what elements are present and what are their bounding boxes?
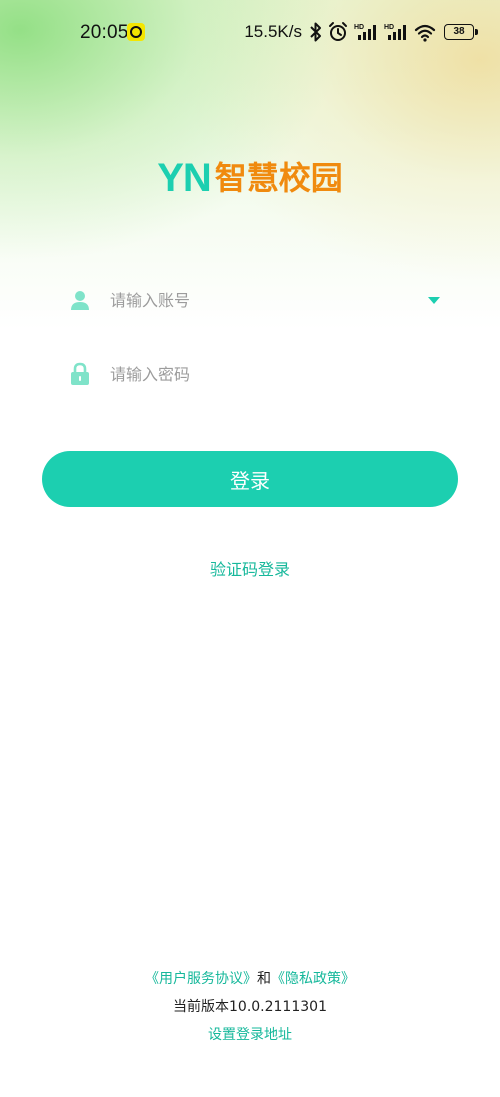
password-field[interactable] <box>66 354 446 394</box>
agreement-line: 《用户服务协议》和《隐私政策》 <box>0 968 500 996</box>
user-agreement-link[interactable]: 《用户服务协议》 <box>145 971 257 987</box>
agreement-and-text: 和 <box>257 971 271 987</box>
status-icons: 15.5K/s HD HD 38 <box>244 20 478 44</box>
notification-dot-icon <box>127 23 145 41</box>
password-input[interactable] <box>110 359 446 389</box>
wifi-icon <box>414 24 436 42</box>
app-logo: YN 智慧校园 <box>0 158 500 198</box>
account-field[interactable] <box>66 280 446 320</box>
lock-icon <box>66 360 94 388</box>
sms-code-login-link[interactable]: 验证码登录 <box>0 556 500 580</box>
user-icon <box>66 286 94 314</box>
alarm-icon <box>329 22 347 41</box>
status-time: 20:05 <box>80 22 129 43</box>
footer: 《用户服务协议》和《隐私政策》 当前版本10.0.2111301 设置登录地址 <box>0 968 500 1052</box>
hd-signal-icon: HD <box>354 24 376 40</box>
version-text: 当前版本10.0.2111301 <box>173 999 327 1015</box>
status-bar: 20:05 15.5K/s HD HD 38 <box>0 0 500 64</box>
login-button[interactable]: 登录 <box>42 451 458 507</box>
account-input[interactable] <box>110 285 428 315</box>
caret-down-icon[interactable] <box>428 296 440 304</box>
logo-name: 智慧校园 <box>214 159 343 197</box>
logo-mark: YN <box>157 156 212 200</box>
battery-icon: 38 <box>444 24 478 40</box>
svg-text:HD: HD <box>384 24 394 31</box>
set-login-address-link[interactable]: 设置登录地址 <box>0 1024 500 1052</box>
hd-signal-icon: HD <box>384 24 406 40</box>
bluetooth-icon <box>310 22 321 42</box>
network-speed: 15.5K/s <box>244 22 302 41</box>
svg-text:HD: HD <box>354 24 364 31</box>
privacy-policy-link[interactable]: 《隐私政策》 <box>271 971 355 987</box>
